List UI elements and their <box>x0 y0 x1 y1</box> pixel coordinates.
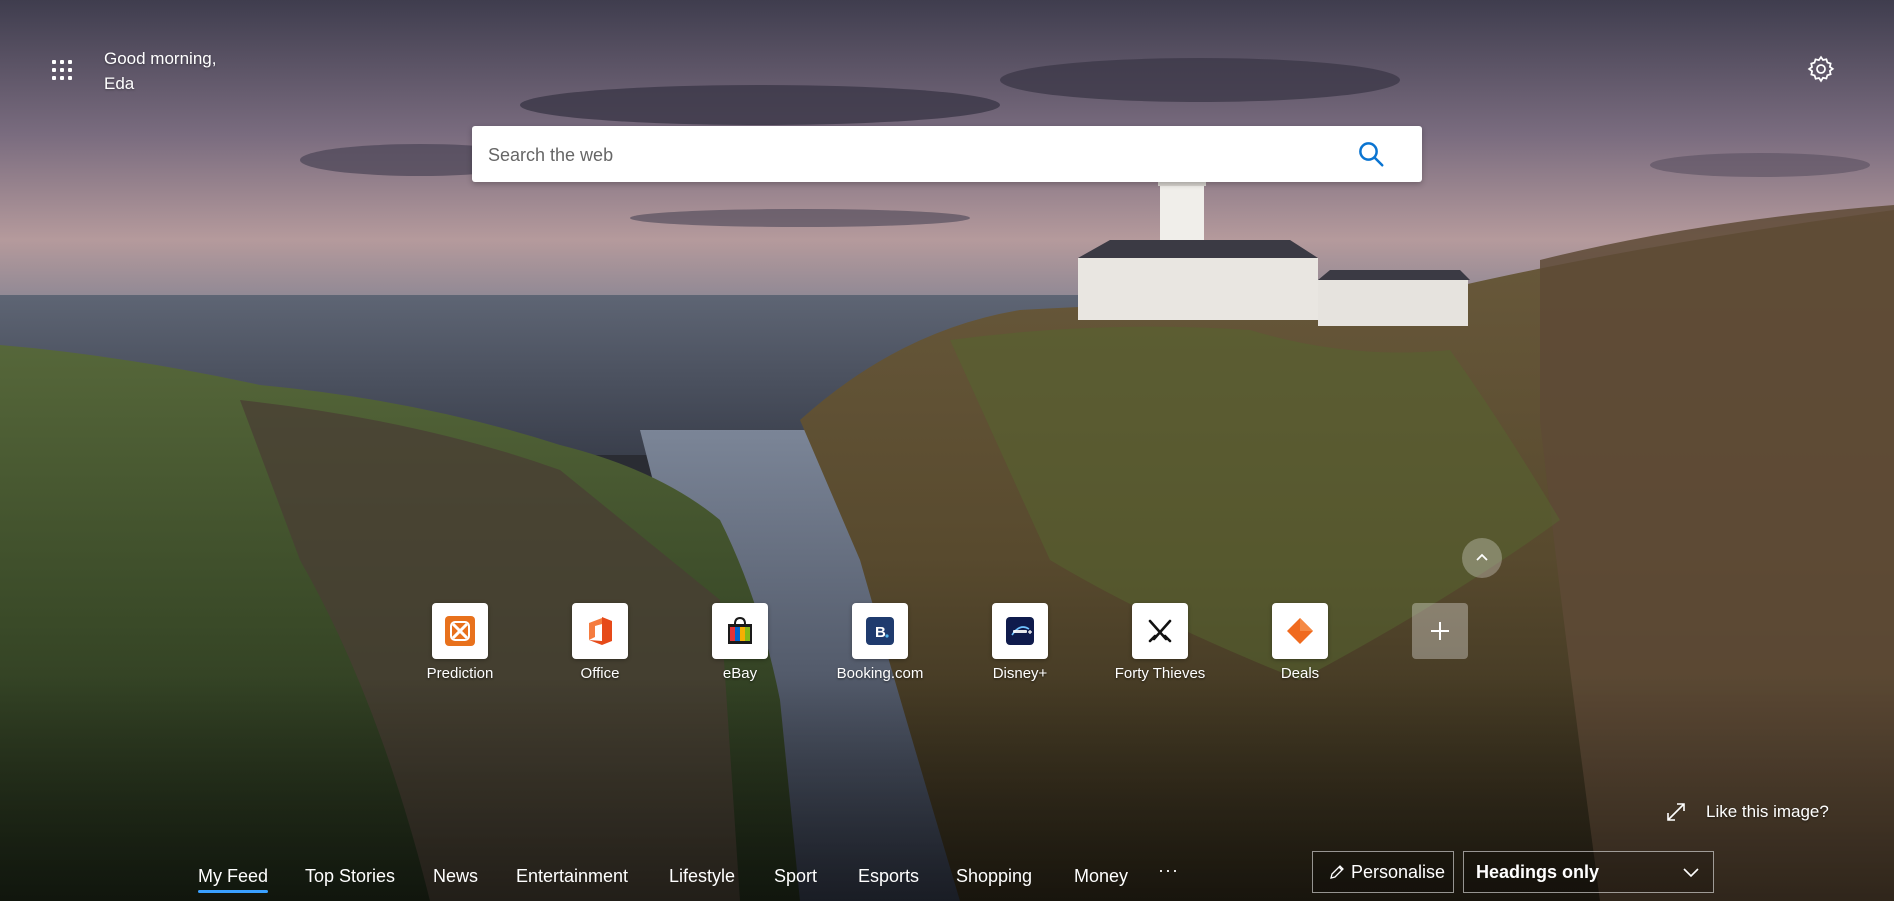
tab-lifestyle[interactable]: Lifestyle <box>669 866 735 887</box>
tab-news[interactable]: News <box>433 866 478 887</box>
layout-dropdown[interactable]: Headings only <box>1463 851 1714 893</box>
personalise-button[interactable]: Personalise <box>1312 851 1454 893</box>
tab-money[interactable]: Money <box>1074 866 1128 887</box>
expand-image-icon[interactable] <box>1665 801 1687 823</box>
deals-icon <box>1272 603 1328 659</box>
ebay-icon <box>712 603 768 659</box>
quick-link-forty-thieves[interactable]: Forty Thieves <box>1104 601 1216 691</box>
quick-link-label: Office <box>580 665 620 682</box>
quick-link-ebay[interactable]: eBay <box>684 601 796 691</box>
add-site-icon <box>1412 603 1468 659</box>
settings-gear-icon[interactable] <box>1806 54 1836 84</box>
search-input[interactable] <box>486 126 1340 184</box>
quick-link-label: Prediction <box>426 665 494 682</box>
quick-link-label: Deals <box>1280 665 1320 682</box>
search-icon[interactable] <box>1356 139 1386 169</box>
tab-sport[interactable]: Sport <box>774 866 817 887</box>
tab-my-feed[interactable]: My Feed <box>198 866 269 893</box>
quick-link-label: Forty Thieves <box>1114 665 1206 682</box>
new-tab-page: Good morning, Eda Search the web Predict… <box>0 0 1894 901</box>
tab-top-stories[interactable]: Top Stories <box>305 866 395 887</box>
quick-link-disney-plus[interactable]: Disney+ <box>964 601 1076 691</box>
svg-text:B: B <box>875 624 886 641</box>
quick-link-label: eBay <box>722 665 758 682</box>
disney-plus-icon <box>992 603 1048 659</box>
quick-link-office[interactable]: Office <box>544 601 656 691</box>
tab-shopping[interactable]: Shopping <box>956 866 1032 887</box>
more-tabs-button[interactable]: ··· <box>1158 860 1179 881</box>
pencil-icon <box>1330 865 1344 879</box>
quick-link-deals[interactable]: Deals <box>1244 601 1356 691</box>
add-quick-link-button[interactable] <box>1384 601 1496 691</box>
tab-esports[interactable]: Esports <box>858 866 919 887</box>
quick-link-prediction[interactable]: Prediction <box>404 601 516 691</box>
greeting-line: Good morning, <box>104 49 217 68</box>
app-launcher-icon[interactable] <box>48 56 76 84</box>
quick-link-label: Disney+ <box>992 665 1048 682</box>
user-name: Eda <box>104 74 135 93</box>
greeting: Good morning, Eda <box>104 46 216 96</box>
collapse-chevron-up-icon[interactable] <box>1462 538 1502 578</box>
booking-icon: B <box>852 603 908 659</box>
layout-selected-value: Headings only <box>1476 862 1600 882</box>
tab-entertainment[interactable]: Entertainment <box>516 866 628 887</box>
prediction-icon <box>432 603 488 659</box>
personalise-label: Personalise <box>1351 862 1446 882</box>
search-box <box>472 126 1422 184</box>
chevron-down-icon <box>1683 868 1699 878</box>
quick-link-label: Booking.com <box>836 665 924 682</box>
forty-thieves-icon <box>1132 603 1188 659</box>
office-icon <box>572 603 628 659</box>
quick-link-booking[interactable]: B Booking.com <box>824 601 936 691</box>
like-this-image-link[interactable]: Like this image? <box>1706 802 1829 822</box>
